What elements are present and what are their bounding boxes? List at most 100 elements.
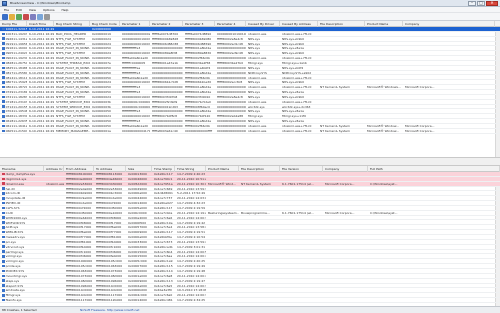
driver-file-icon [2,187,5,190]
driver-file-icon [2,211,5,215]
cell-text: 092611-14312-01.dmp [5,36,27,41]
menu-view[interactable]: View [29,8,36,12]
dump-file-icon [2,119,5,123]
driver-file-icon [2,226,5,229]
dump-file-icon [2,66,5,70]
cell-text: dxgmms1.sys [5,176,27,181]
menu-options[interactable]: Options [43,8,55,12]
menu-file[interactable]: File [4,8,9,12]
cell-text: 081711-25584-01.dmp [5,70,27,75]
driver-file-icon [2,206,5,210]
driver-file-icon [2,230,5,234]
cell-text: 061811-22635-01.dmp [5,119,27,124]
cell-text: partmgr.sys [5,249,24,254]
driver-file-icon [2,240,5,244]
dump-file-icon [2,37,5,40]
toolbar [0,13,500,21]
status-bar: 88 Crashes, 1 Selected NirSoft Freeware.… [0,306,500,313]
save-icon[interactable] [9,13,15,20]
cell-text: atapi.sys [5,278,20,283]
driver-file-icon [2,182,5,185]
cell-text: ntoskrnl.exe [5,181,24,186]
cell: 0x00014000 [128,298,147,303]
cell-filename: fileinfo.sys [0,298,44,303]
cell [44,298,64,303]
cell-text: 090511-24024-01.dmp [5,51,27,56]
cell-text: dump_dumpfve.sys [5,172,35,176]
cell-text: 091911-19656-01.dmp [5,41,27,46]
cell-text: amdxata.sys [5,288,25,293]
maximize-button[interactable]: □ [477,0,485,6]
cell: NT Kernel & System [320,128,350,133]
menu-edit[interactable]: Edit [16,8,22,12]
cell-text: volmgr.sys [5,254,22,259]
cell: 0000000000041790 [122,128,150,133]
cell-text: 082811-26754-01.dmp [5,60,27,65]
minimize-button[interactable]: – [468,0,476,6]
cell [239,298,280,303]
app-icon [2,0,7,6]
dump-file-icon [2,81,5,84]
dump-file-icon [2,47,5,50]
cell-text: fltmgr.sys [5,293,21,298]
cell-text: 091611-16004-01.dmp [5,46,27,51]
cell-text: WDFLDR.SYS [5,220,26,225]
cell-text: WMILIB.SYS [5,230,24,235]
cell: 000000000000ffff [185,128,213,133]
cell-text: ataport.SYS [5,283,24,288]
cell-text: 060511-21597-01.dmp [5,128,27,133]
title-bar: BlueScreenView - C:\Windows\Minidump – □… [0,0,500,7]
cell-text: 062611-18330-01.dmp [5,114,27,119]
driver-file-icon [2,293,5,297]
cell-text: msisadrv.sys [5,235,25,240]
driver-row[interactable]: fileinfo.sys fffff88001117000 fffff8800112… [0,298,500,303]
properties-icon[interactable] [30,13,36,20]
close-button[interactable]: ✕ [486,0,498,6]
cell: 0000000000000000 [217,128,246,133]
crash-dump-row[interactable]: 060511-21597-01.dmp6-10-2011 16:49:07MEM… [0,129,500,134]
menu-help[interactable]: Help [62,8,69,12]
driver-file-icon [2,245,5,249]
cell-text: mcupdate.dll [5,196,26,201]
cell-text: 080711-15928-01.dmp [5,80,27,85]
html-report-icon[interactable] [37,13,43,20]
cell: fffff88001117000 [66,298,93,303]
refresh-icon[interactable] [16,13,22,20]
driver-file-icon [2,250,5,253]
delete-icon[interactable] [23,13,29,20]
cell-text: 071211-20155-01.dmp [5,104,27,109]
cell: ntoskrnl.exe+7f1c0 [282,128,312,133]
status-nirsoft-link[interactable]: NirSoft Freeware. http://www.nirsoft.net [80,308,139,312]
cell-text: pci.sys [5,239,16,244]
dump-file-icon [2,85,5,89]
cell-text: fileinfo.sys [5,298,22,303]
cell [280,298,323,303]
crash-dump-list[interactable]: Dump File Crash Time Bug Check String Bug C… [0,21,500,157]
open-icon[interactable] [2,13,8,20]
cell-text: ACPI.sys [5,225,19,230]
driver-list[interactable]: FilenameAddress In St...From AddressTo A… [0,166,500,306]
driver-file-icon [2,255,5,258]
cell-text: 090211-19234-01.dmp [5,56,27,61]
cell: Microsoft Corpora... [405,128,435,133]
cell: 14-7-2009 2:34:25 [177,298,206,303]
dump-file-icon [2,27,5,31]
cell-text: 071811-23103-01.dmp [5,99,27,104]
dump-file-icon [2,100,5,104]
dump-file-icon [2,56,5,60]
driver-file-icon [2,196,5,200]
dump-file-icon [2,95,5,99]
dump-file-icon [2,110,5,113]
driver-file-icon [2,289,5,292]
cell-text: vdrvroot.sys [5,244,25,249]
cell [368,298,500,303]
driver-file-icon [2,284,5,287]
cell-text: PCIIDEX.SYS [5,269,25,273]
pane-splitter[interactable] [0,157,500,166]
exit-icon[interactable] [44,13,50,20]
driver-file-icon [2,269,5,273]
dump-file-icon [2,76,5,79]
cell-text: 080411-18720-01.dmp [5,85,27,90]
cell [323,298,368,303]
dump-file-icon [2,51,5,55]
